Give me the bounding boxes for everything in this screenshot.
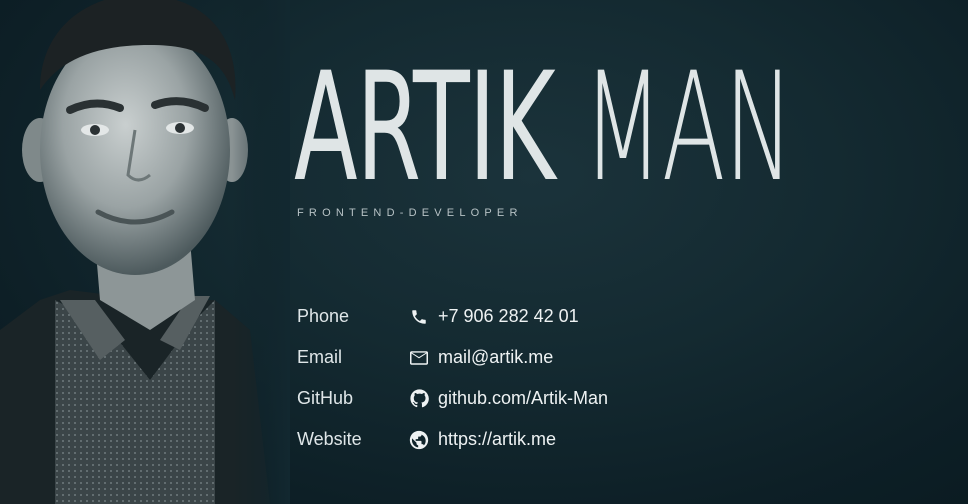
- contact-row-phone: Phone +7 906 282 42 01: [297, 296, 717, 337]
- contact-value-email[interactable]: mail@artik.me: [438, 347, 553, 368]
- contact-label: Phone: [297, 306, 350, 326]
- contact-row-github: GitHub github.com/Artik-Man: [297, 378, 717, 419]
- globe-icon: [409, 430, 429, 450]
- profile-name: ARTIK MAN: [294, 41, 794, 215]
- profile-card: ARTIK MAN FRONTEND-DEVELOPER Phone +7 90…: [0, 0, 968, 504]
- mail-icon: [409, 348, 429, 368]
- profile-last-name: MAN: [582, 41, 794, 215]
- profile-photo: [0, 0, 290, 504]
- contact-label: GitHub: [297, 388, 354, 408]
- contact-label: Website: [297, 429, 362, 449]
- contact-value-website[interactable]: https://artik.me: [438, 429, 556, 450]
- contact-value-github[interactable]: github.com/Artik-Man: [438, 388, 608, 409]
- contact-row-email: Email mail@artik.me: [297, 337, 717, 378]
- github-icon: [409, 389, 429, 409]
- contact-row-website: Website https://artik.me: [297, 419, 717, 460]
- contact-value-phone[interactable]: +7 906 282 42 01: [438, 306, 579, 327]
- contact-label: Email: [297, 347, 343, 367]
- profile-first-name: ARTIK: [294, 41, 556, 215]
- phone-icon: [409, 307, 429, 327]
- profile-role: FRONTEND-DEVELOPER: [297, 207, 523, 219]
- contact-list: Phone +7 906 282 42 01 Email mail@artik.…: [297, 296, 717, 460]
